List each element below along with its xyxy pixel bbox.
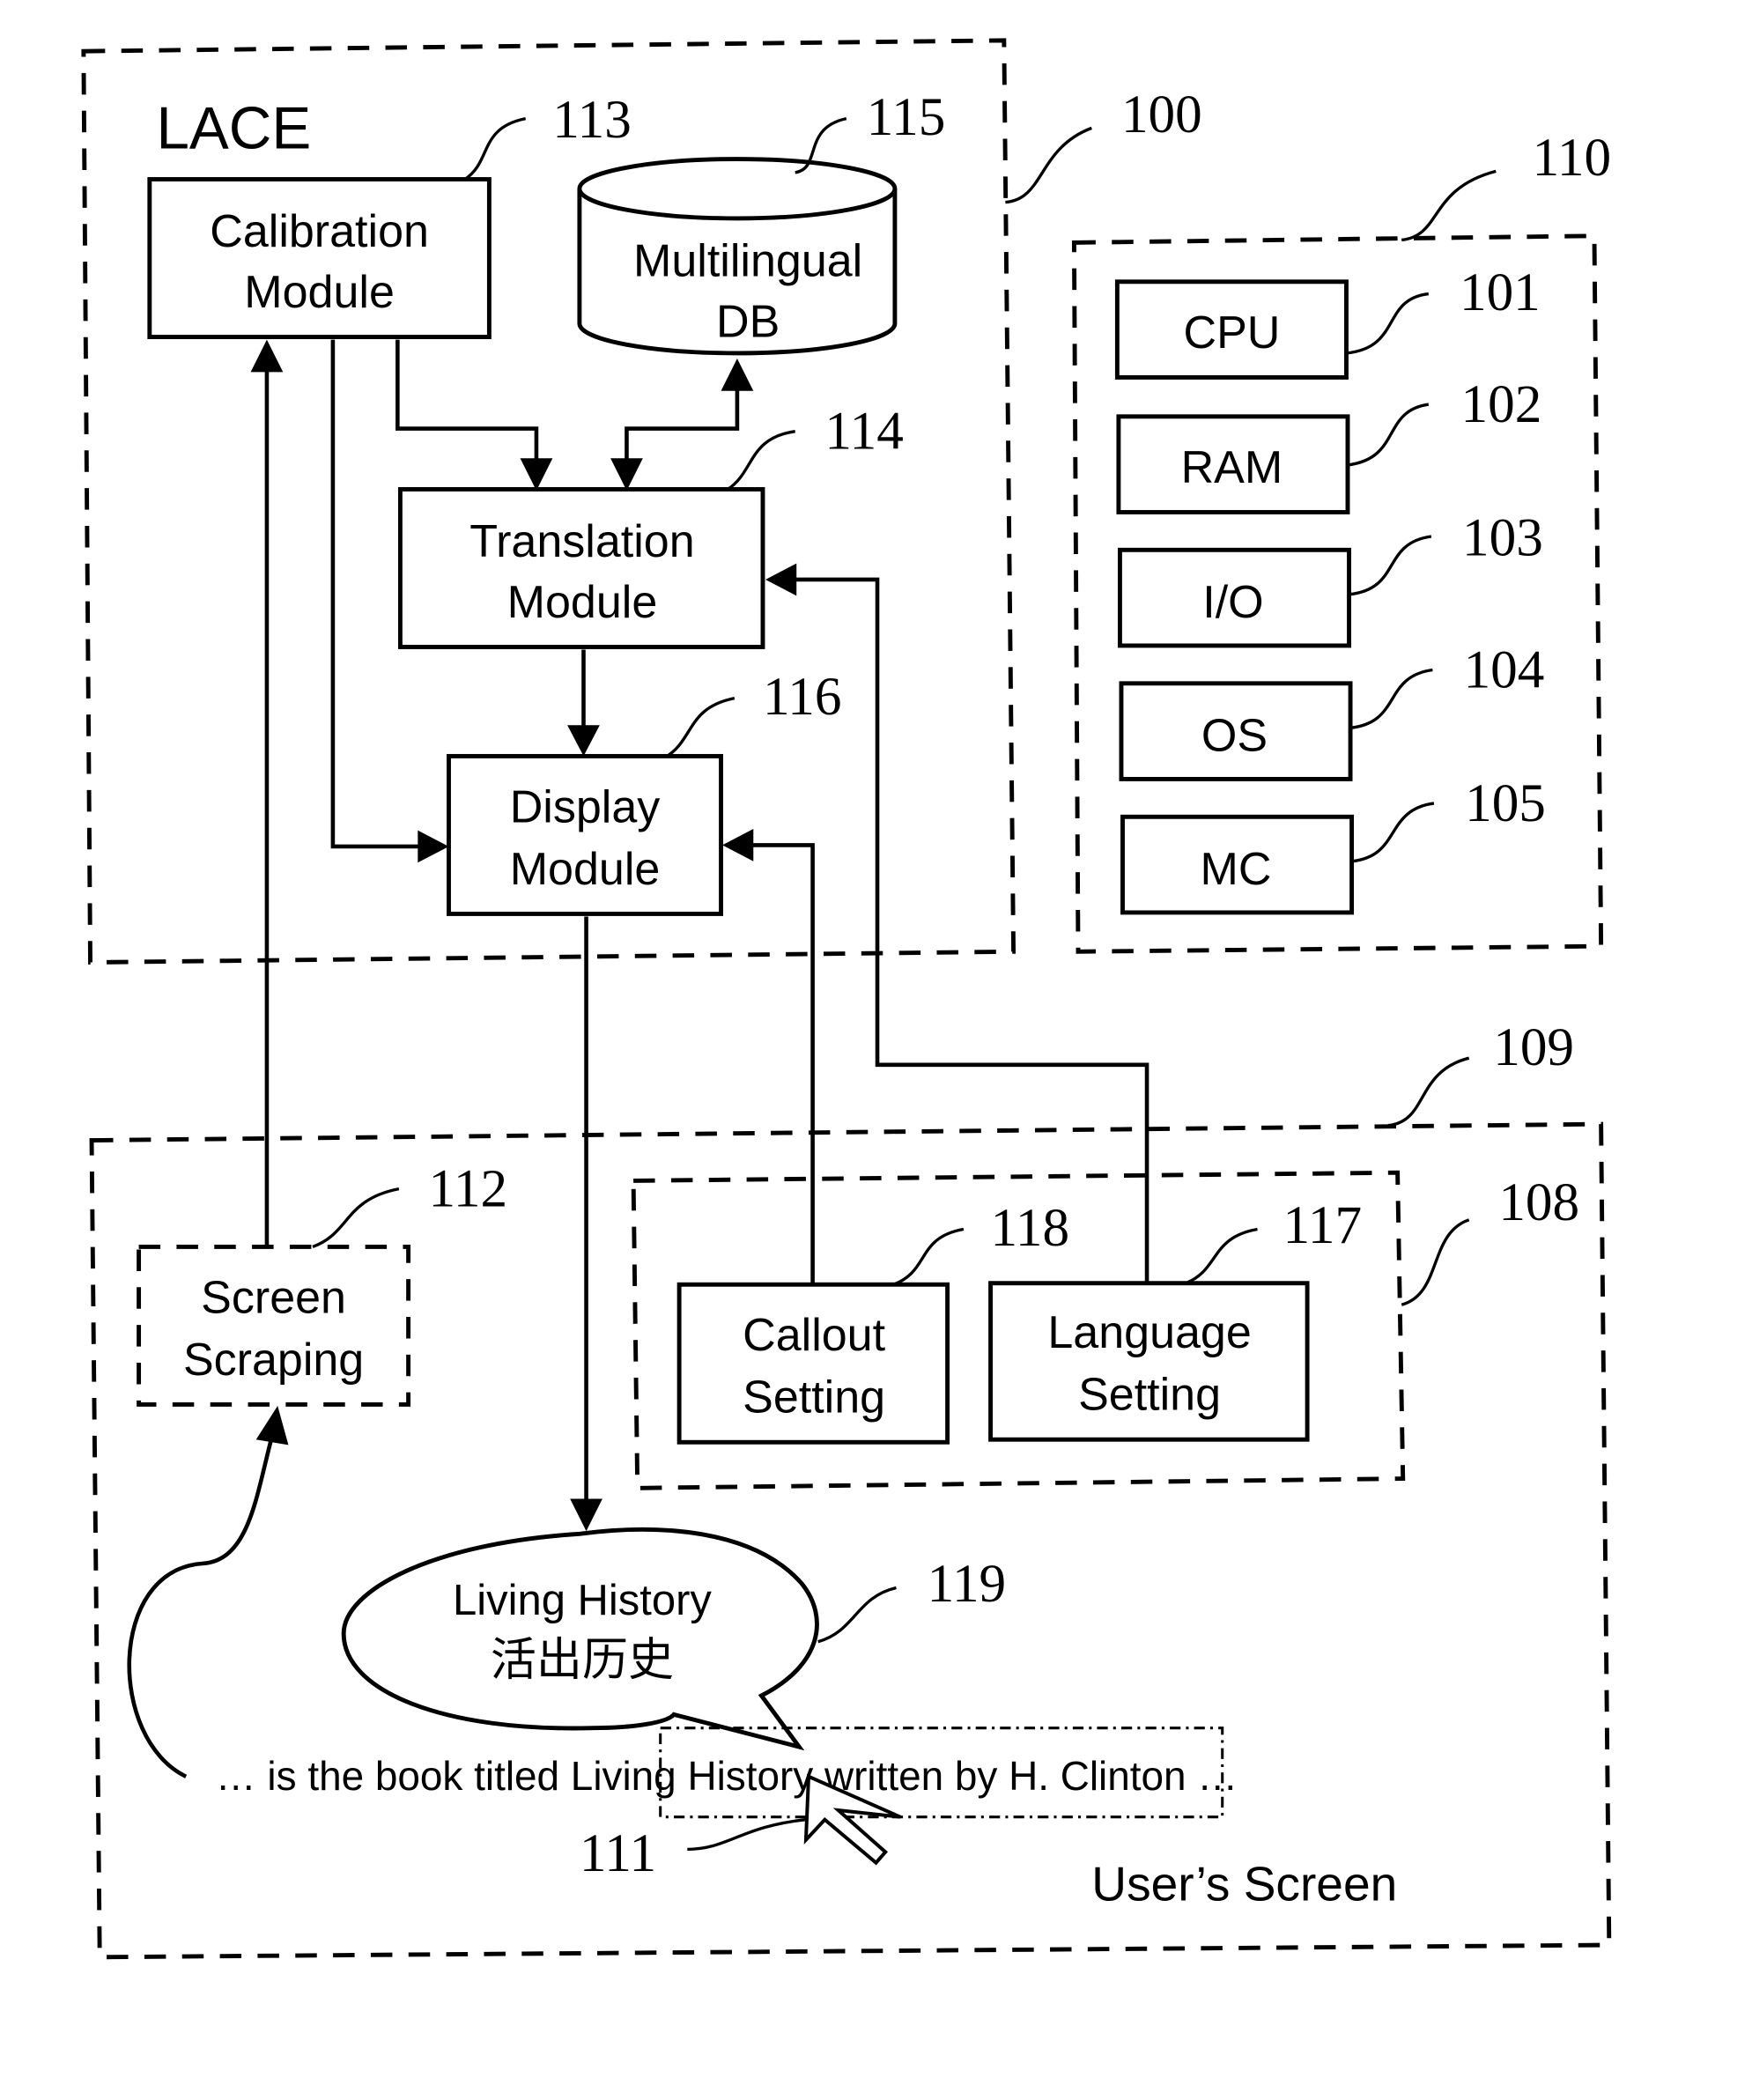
ref-117: 117	[1283, 1195, 1363, 1255]
arrowhead	[255, 1405, 289, 1446]
ref-113: 113	[552, 90, 632, 150]
leader-112	[312, 1187, 400, 1248]
translation-module-line2: Module	[507, 577, 658, 628]
screen-scraping-line1: Screen	[201, 1272, 346, 1323]
ref-111: 111	[580, 1823, 656, 1883]
ref-116: 116	[763, 667, 842, 727]
multilingual-db-line1: Multilingual	[633, 236, 862, 287]
leader-108	[1401, 1218, 1470, 1306]
multilingual-db: Multilingual DB	[577, 157, 898, 356]
arrowhead	[567, 725, 600, 757]
callout-chinese: 活出历史	[491, 1634, 674, 1687]
language-setting-line1: Language	[1047, 1307, 1251, 1358]
hardware-item-io-label: I/O	[1202, 577, 1263, 628]
ref-108: 108	[1498, 1172, 1579, 1232]
arrowhead	[418, 830, 449, 863]
ref-112: 112	[429, 1158, 508, 1218]
ref-102: 102	[1461, 374, 1542, 434]
arrowhead	[520, 458, 553, 491]
leader-110	[1401, 169, 1497, 242]
calibration-module-line1: Calibration	[210, 206, 429, 257]
leader-114	[727, 429, 795, 491]
callout-setting-line1: Callout	[743, 1310, 885, 1361]
arrowhead	[722, 829, 754, 861]
screen-sentence: … is the book titled Living History writ…	[216, 1753, 1238, 1799]
arrowhead	[721, 359, 754, 391]
callout-english: Living History	[453, 1577, 712, 1624]
lace-system-diagram: LACE 100 Calibration Module 113 Multilin…	[81, 38, 1612, 1960]
display-module: Display Module	[447, 753, 723, 916]
leader-100	[1005, 126, 1092, 204]
leader-109	[1387, 1056, 1470, 1128]
hardware-item-cpu-label: CPU	[1184, 307, 1281, 359]
ref-105: 105	[1465, 773, 1546, 833]
calibration-module-line2: Module	[244, 267, 395, 318]
hardware-item-ram: RAM 102	[1116, 374, 1542, 514]
hardware-item-ram-label: RAM	[1181, 442, 1283, 493]
arrow-callout-setting-to-display	[749, 843, 815, 1283]
leader-116	[666, 696, 736, 758]
callout-setting: Callout Setting	[676, 1282, 950, 1445]
translation-module-line1: Translation	[469, 516, 694, 567]
language-setting: Language Setting	[988, 1281, 1310, 1442]
leader-118	[892, 1227, 965, 1286]
screen-scraping: Screen Scraping	[137, 1244, 411, 1407]
ref-119: 119	[928, 1554, 1007, 1614]
hardware-item-os-label: OS	[1201, 710, 1268, 761]
leader-119	[817, 1586, 897, 1644]
arrowhead	[610, 458, 643, 491]
hardware-item-cpu: CPU 101	[1114, 262, 1541, 380]
callout-setting-line2: Setting	[743, 1372, 885, 1423]
arrowhead	[765, 563, 797, 596]
user-screen-label: User’s Screen	[1091, 1857, 1397, 1911]
calibration-module: Calibration Module	[147, 177, 492, 339]
lace-title: LACE	[156, 95, 311, 161]
ref-109: 109	[1493, 1017, 1574, 1077]
hardware-item-mc-label: MC	[1201, 844, 1272, 895]
multilingual-db-line2: DB	[716, 297, 780, 348]
translation-module: Translation Module	[397, 487, 765, 649]
arrow-text-to-scraping	[127, 1435, 275, 1778]
hardware-item-os: OS 104	[1119, 640, 1545, 781]
arrow-translation-db	[625, 384, 740, 465]
arrow-calibration-to-translation	[395, 339, 539, 465]
leader-113	[463, 117, 527, 181]
language-setting-line2: Setting	[1078, 1370, 1221, 1421]
hardware-item-mc: MC 105	[1120, 773, 1546, 915]
ref-104: 104	[1464, 640, 1545, 699]
display-module-line2: Module	[510, 844, 661, 895]
hardware-item-io: I/O 103	[1117, 507, 1543, 648]
ref-118: 118	[991, 1198, 1070, 1258]
leader-117	[1185, 1227, 1258, 1285]
arrowhead	[250, 339, 284, 373]
ref-100: 100	[1121, 85, 1202, 144]
ref-103: 103	[1462, 507, 1543, 567]
ref-114: 114	[824, 402, 904, 462]
leader-111	[687, 1818, 807, 1852]
screen-scraping-line2: Scraping	[183, 1335, 364, 1386]
ref-101: 101	[1460, 262, 1541, 322]
arrowhead	[570, 1498, 602, 1532]
display-module-line1: Display	[510, 781, 661, 832]
translation-callout: Living History 活出历史	[341, 1527, 819, 1751]
ref-110: 110	[1533, 128, 1612, 188]
ref-115: 115	[867, 87, 946, 147]
